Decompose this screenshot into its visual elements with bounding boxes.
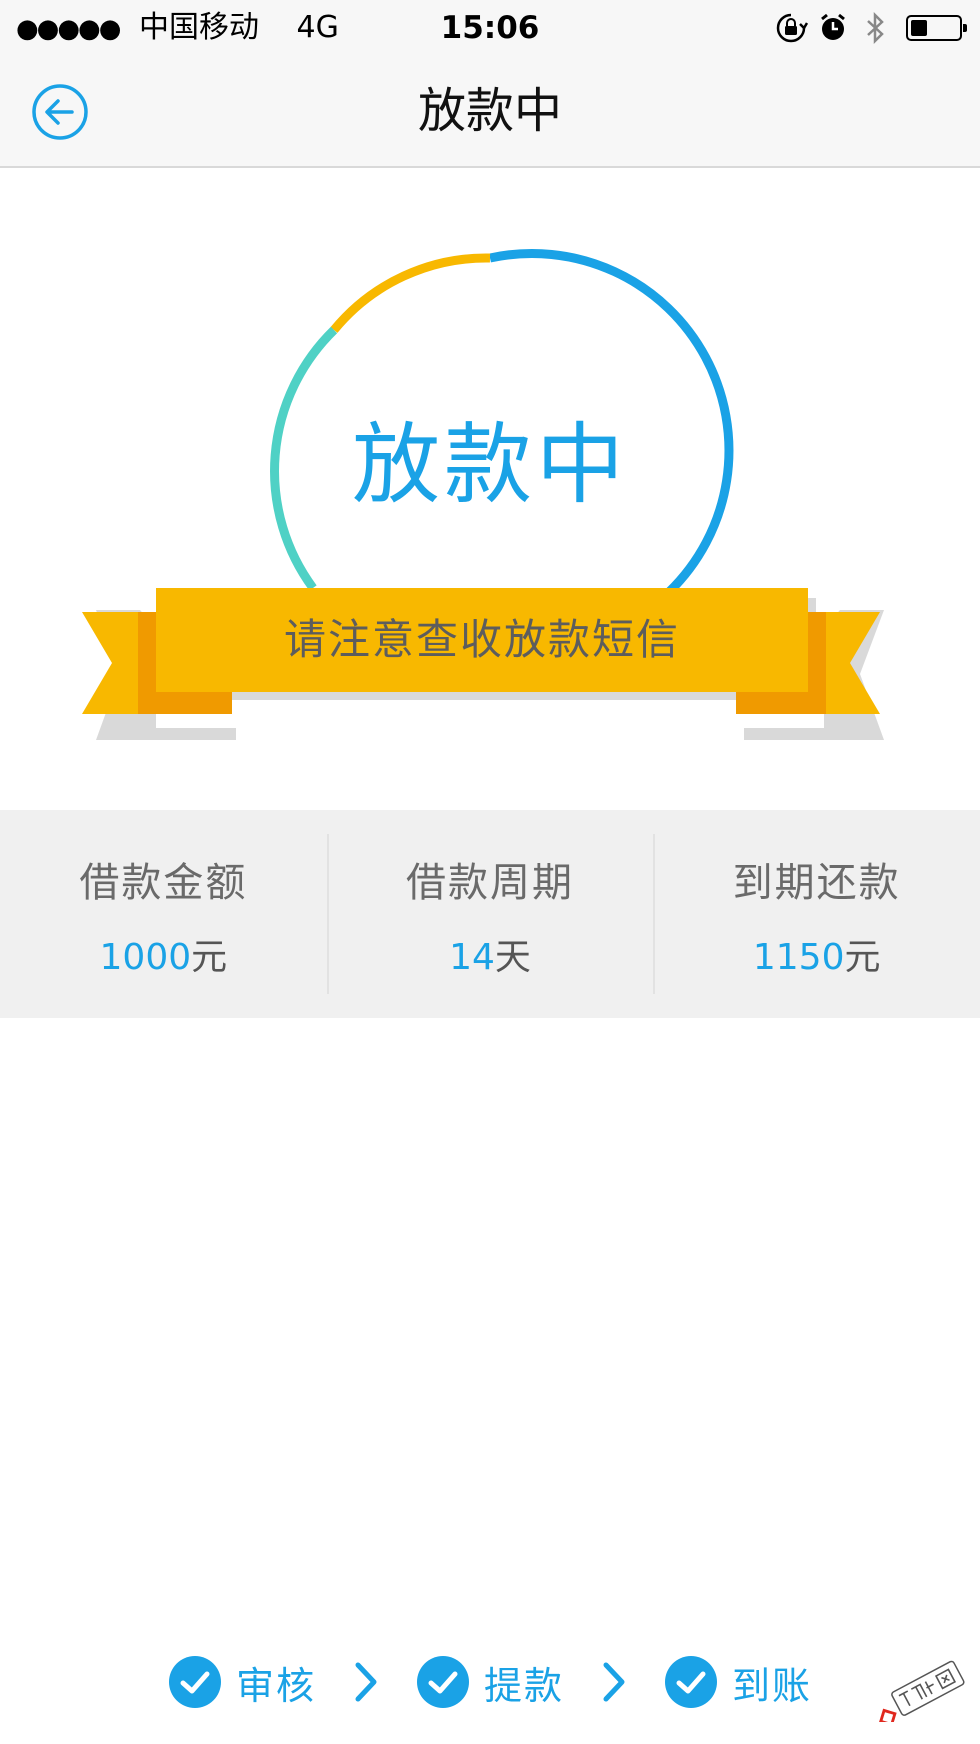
step-label: 审核 xyxy=(235,1663,316,1708)
nav-bar: 放款中 xyxy=(0,56,980,168)
step-arrival: 到账 xyxy=(664,1655,812,1710)
summary-value: 1150元 xyxy=(653,928,980,980)
battery-level xyxy=(911,20,927,36)
amount-unit: 元 xyxy=(191,937,228,978)
summary-label: 到期还款 xyxy=(732,860,901,906)
chevron-right-icon xyxy=(355,1662,377,1702)
step-review: 审核 xyxy=(168,1655,316,1710)
summary-amount: 借款金额 1000元 xyxy=(0,810,327,1018)
status-right xyxy=(766,10,967,46)
summary-label: 借款金额 xyxy=(79,860,248,906)
amount-value: 1000 xyxy=(99,937,192,978)
page-title: 放款中 xyxy=(417,83,562,139)
check-circle-icon xyxy=(168,1656,221,1708)
summary-label: 借款周期 xyxy=(406,860,574,906)
battery-icon xyxy=(906,15,967,41)
term-unit: 天 xyxy=(494,937,531,978)
chevron-right-icon xyxy=(603,1662,625,1702)
summary-value: 1000元 xyxy=(0,928,327,980)
step-label: 到账 xyxy=(732,1663,813,1708)
summary-repayment: 到期还款 1150元 xyxy=(653,810,980,1018)
summary-term: 借款周期 14天 xyxy=(326,810,654,1018)
ribbon-notice: 请注意查收放款短信 xyxy=(283,615,680,664)
step-withdraw: 提款 xyxy=(416,1655,564,1710)
watermark-logo xyxy=(879,1660,965,1722)
ring-segment-yellow xyxy=(330,253,491,333)
alarm-icon xyxy=(821,13,845,40)
status-bar: ●●●●● 中国移动 4G 15:06 xyxy=(0,0,980,56)
rotation-lock-icon xyxy=(776,13,808,43)
loan-summary: 借款金额 1000元 借款周期 14天 到期还款 1150元 xyxy=(0,810,980,1018)
repayment-unit: 元 xyxy=(844,937,881,978)
repayment-value: 1150 xyxy=(752,937,845,978)
bluetooth-icon xyxy=(867,11,884,45)
loan-status-hero: 放款中 请注意查收放款短信 xyxy=(0,168,980,808)
term-value: 14 xyxy=(449,937,495,978)
check-circle-icon xyxy=(416,1656,469,1708)
hero-status-text: 放款中 xyxy=(351,413,628,516)
progress-steps: 审核 提款 到账 xyxy=(0,1650,980,1714)
step-label: 提款 xyxy=(483,1663,564,1708)
check-circle-icon xyxy=(665,1656,717,1708)
summary-value: 14天 xyxy=(327,928,654,980)
